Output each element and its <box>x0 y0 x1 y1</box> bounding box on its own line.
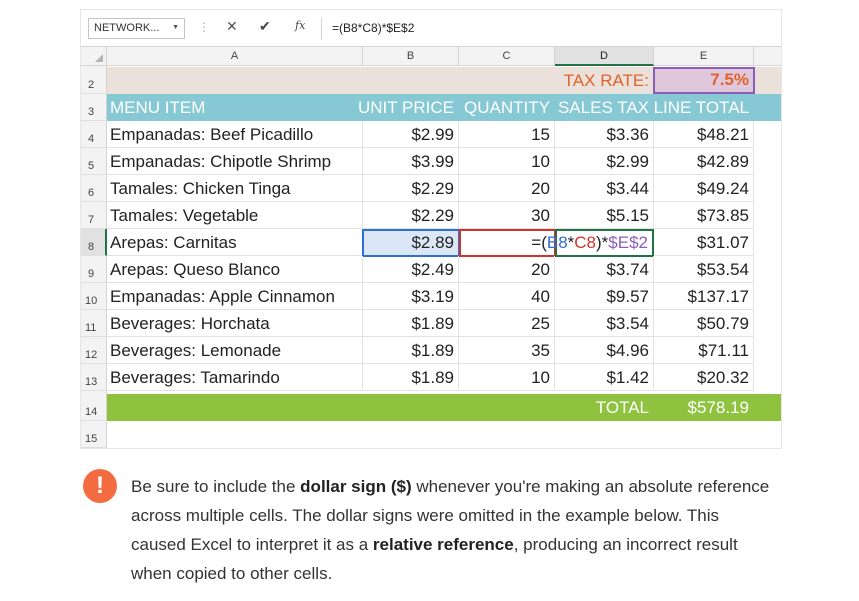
cell-menu-item[interactable]: Empanadas: Beef Picadillo <box>107 121 363 148</box>
cell-quantity[interactable]: 40 <box>459 283 555 310</box>
cell-menu-item[interactable]: Beverages: Tamarindo <box>107 364 363 391</box>
row-header-5[interactable]: 5 <box>81 148 107 175</box>
total-label[interactable]: TOTAL <box>555 394 654 421</box>
cell-menu-item[interactable]: Arepas: Queso Blanco <box>107 256 363 283</box>
row-header-3[interactable]: 3 <box>81 94 107 121</box>
cell-unit-price[interactable]: $3.99 <box>363 148 459 175</box>
chevron-down-icon[interactable]: ▼ <box>172 24 179 31</box>
cell-quantity[interactable]: 25 <box>459 310 555 337</box>
cell-line-total[interactable]: $137.17 <box>654 283 754 310</box>
enter-button[interactable]: ✔ <box>259 18 271 35</box>
column-header-e[interactable]: E <box>654 47 754 66</box>
name-box[interactable]: NETWORK... ▼ <box>88 18 185 39</box>
column-header-a[interactable]: A <box>107 47 363 66</box>
formula-bar: NETWORK... ▼ ⋮ ✕ ✔ fx =(B8*C8)*$E$2 <box>81 10 781 47</box>
row-header-10[interactable]: 10 <box>81 283 107 310</box>
cell-line-total[interactable]: $20.32 <box>654 364 754 391</box>
row-header-4[interactable]: 4 <box>81 121 107 148</box>
insert-function-button[interactable]: fx <box>295 19 305 32</box>
in-cell-formula[interactable]: =(B8*C8)*$E$2 <box>531 233 648 253</box>
column-header-d[interactable]: D <box>555 47 654 66</box>
cell-unit-price[interactable]: $1.89 <box>363 337 459 364</box>
cell-sales-tax[interactable]: $2.99 <box>555 148 654 175</box>
cancel-button[interactable]: ✕ <box>226 18 238 35</box>
cell-unit-price[interactable]: $2.29 <box>363 175 459 202</box>
spreadsheet-window: NETWORK... ▼ ⋮ ✕ ✔ fx =(B8*C8)*$E$2 A B … <box>81 10 781 448</box>
note-bold-dollar-sign: dollar sign ($) <box>300 477 412 496</box>
cell-sales-tax[interactable]: $1.42 <box>555 364 654 391</box>
cell-sales-tax[interactable]: $3.74 <box>555 256 654 283</box>
header-sales-tax[interactable]: SALES TAX <box>555 94 654 121</box>
row-header-9[interactable]: 9 <box>81 256 107 283</box>
column-header-c[interactable]: C <box>459 47 555 66</box>
cell-sales-tax[interactable]: $4.96 <box>555 337 654 364</box>
cell-menu-item[interactable]: Beverages: Lemonade <box>107 337 363 364</box>
cell-line-total[interactable]: $50.79 <box>654 310 754 337</box>
cell-unit-price[interactable]: $1.89 <box>363 310 459 337</box>
header-unit-price[interactable]: UNIT PRICE <box>358 94 459 121</box>
row-header-2[interactable]: 2 <box>81 66 107 94</box>
cell-sales-tax[interactable]: $5.15 <box>555 202 654 229</box>
cell-menu-item[interactable]: Tamales: Chicken Tinga <box>107 175 363 202</box>
total-value[interactable]: $578.19 <box>654 394 754 421</box>
cell-quantity[interactable]: 30 <box>459 202 555 229</box>
header-line-total[interactable]: LINE TOTAL <box>654 94 754 121</box>
formula-bar-separator <box>321 18 322 40</box>
cell-quantity[interactable]: 10 <box>459 364 555 391</box>
row-header-6[interactable]: 6 <box>81 175 107 202</box>
cell-line-total[interactable]: $48.21 <box>654 121 754 148</box>
cell-line-total[interactable]: $71.11 <box>654 337 754 364</box>
note-text: Be sure to include the <box>131 477 301 496</box>
cell-sales-tax[interactable]: $9.57 <box>555 283 654 310</box>
cell-d8-editing[interactable]: =(B8*C8)*$E$2 <box>531 229 654 257</box>
cell-unit-price[interactable]: $1.89 <box>363 364 459 391</box>
cell-d2-tax-rate-label[interactable]: TAX RATE: <box>555 67 654 94</box>
cell-unit-price[interactable]: $2.99 <box>363 121 459 148</box>
cell-e2-tax-rate[interactable]: 7.5% <box>653 67 755 94</box>
cell-quantity[interactable]: 35 <box>459 337 555 364</box>
header-menu-item[interactable]: MENU ITEM <box>107 94 363 121</box>
tip-note: Be sure to include the dollar sign ($) w… <box>131 472 771 588</box>
cell-line-total[interactable]: $53.54 <box>654 256 754 283</box>
exclamation-icon: ! <box>83 469 117 503</box>
cell-menu-item[interactable]: Arepas: Carnitas <box>107 229 363 256</box>
row-header-15[interactable]: 15 <box>81 421 107 448</box>
grip-dots-icon: ⋮ <box>198 20 210 34</box>
cell-quantity[interactable]: 10 <box>459 148 555 175</box>
cell-unit-price[interactable]: $3.19 <box>363 283 459 310</box>
cell-sales-tax[interactable]: $3.44 <box>555 175 654 202</box>
cell-b8-referenced[interactable]: $2.89 <box>362 229 460 257</box>
name-box-value: NETWORK... <box>94 22 160 34</box>
formula-input[interactable]: =(B8*C8)*$E$2 <box>332 21 414 35</box>
select-all-button[interactable] <box>81 47 107 66</box>
column-header-b[interactable]: B <box>363 47 459 66</box>
row-header-7[interactable]: 7 <box>81 202 107 229</box>
note-bold-relative-reference: relative reference <box>372 535 514 554</box>
cell-unit-price[interactable]: $2.29 <box>363 202 459 229</box>
cell-menu-item[interactable]: Empanadas: Chipotle Shrimp <box>107 148 363 175</box>
cell-unit-price[interactable]: $2.49 <box>363 256 459 283</box>
cell-menu-item[interactable]: Tamales: Vegetable <box>107 202 363 229</box>
cell-line-total[interactable]: $42.89 <box>654 148 754 175</box>
cell-line-total[interactable]: $49.24 <box>654 175 754 202</box>
column-header-f[interactable] <box>754 47 781 66</box>
header-quantity[interactable]: QUANTITY <box>459 94 555 121</box>
row-header-11[interactable]: 11 <box>81 310 107 337</box>
row-header-14[interactable]: 14 <box>81 391 107 421</box>
cell-line-total[interactable]: $73.85 <box>654 202 754 229</box>
cell-quantity[interactable]: 20 <box>459 175 555 202</box>
cell-sales-tax[interactable]: $3.54 <box>555 310 654 337</box>
cell-sales-tax[interactable]: $3.36 <box>555 121 654 148</box>
cell-menu-item[interactable]: Empanadas: Apple Cinnamon <box>107 283 363 310</box>
row-header-8[interactable]: 8 <box>81 229 107 256</box>
row-header-12[interactable]: 12 <box>81 337 107 364</box>
cell-quantity[interactable]: 20 <box>459 256 555 283</box>
cell-quantity[interactable]: 15 <box>459 121 555 148</box>
row-header-13[interactable]: 13 <box>81 364 107 391</box>
cell-line-total[interactable]: $31.07 <box>654 229 754 256</box>
cell-menu-item[interactable]: Beverages: Horchata <box>107 310 363 337</box>
